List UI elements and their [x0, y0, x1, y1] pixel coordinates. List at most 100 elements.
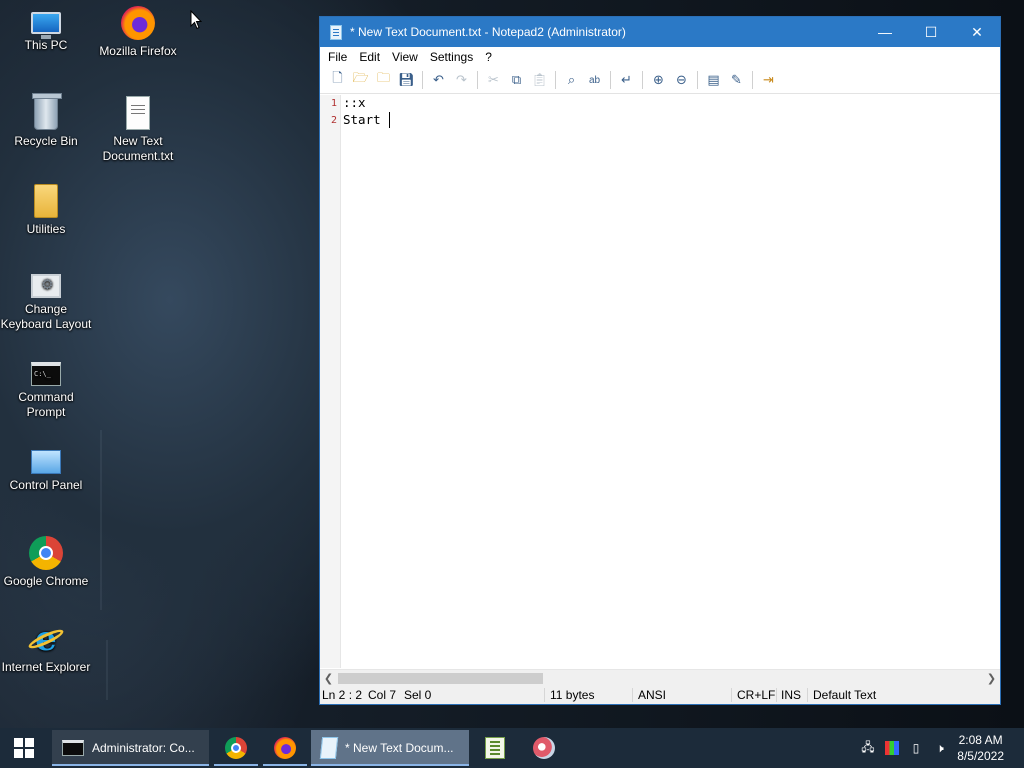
- clock[interactable]: 2:08 AM 8/5/2022: [957, 732, 1004, 764]
- command-prompt-icon: [31, 362, 61, 386]
- wallpaper-streak: [106, 640, 108, 700]
- word-wrap-icon[interactable]: ↵: [615, 70, 638, 90]
- desktop-icon-label: New Text Document.txt: [102, 134, 174, 163]
- taskbar-item-label: Administrator: Co...: [92, 741, 195, 755]
- desktop-icon-utilities[interactable]: Utilities: [0, 184, 92, 237]
- scroll-right-icon[interactable]: ❯: [983, 670, 1000, 687]
- system-tray: 🖧︎ ▯ 🕨︎: [856, 728, 952, 768]
- start-button[interactable]: [0, 728, 48, 768]
- scrollbar-thumb[interactable]: [338, 673, 543, 684]
- desktop-icon-command-prompt[interactable]: Command Prompt: [0, 356, 92, 420]
- zoom-in-icon[interactable]: ⊕: [647, 70, 670, 90]
- running-indicator: [263, 764, 307, 766]
- toolbar-separator: [752, 71, 753, 89]
- taskbar-item-notepad2[interactable]: * New Text Docum...: [311, 730, 469, 766]
- horizontal-scrollbar[interactable]: ❮ ❯: [320, 669, 1000, 686]
- volume-muted-icon[interactable]: 🕨︎: [933, 741, 947, 755]
- text-file-icon: [126, 96, 150, 130]
- wallpaper-streak: [100, 430, 102, 610]
- notepad2-app-icon: [330, 24, 342, 40]
- status-line-endings[interactable]: CR+LF: [737, 688, 775, 702]
- firefox-icon: [274, 737, 296, 759]
- desktop-icon-internet-explorer[interactable]: e Internet Explorer: [0, 622, 92, 675]
- taskbar: Administrator: Co... * New Text Docum...…: [0, 728, 1024, 768]
- running-indicator: [311, 764, 469, 766]
- taskbar-item-firefox[interactable]: [263, 730, 307, 766]
- status-divider: [544, 688, 545, 702]
- replace-icon[interactable]: ab: [583, 70, 606, 90]
- toolbar-separator: [422, 71, 423, 89]
- display-icon[interactable]: [885, 741, 899, 755]
- firefox-icon: [121, 6, 155, 40]
- taskbar-item-command-prompt[interactable]: Administrator: Co...: [52, 730, 209, 766]
- customize-scheme-icon[interactable]: ✎: [725, 70, 748, 90]
- toolbar-separator: [555, 71, 556, 89]
- clock-date: 8/5/2022: [957, 749, 1004, 763]
- toolbar-separator: [610, 71, 611, 89]
- menu-settings[interactable]: Settings: [424, 50, 479, 64]
- status-divider: [632, 688, 633, 702]
- desktop-icon-firefox[interactable]: Mozilla Firefox: [92, 6, 184, 59]
- desktop-icon-label: Change Keyboard Layout: [0, 302, 92, 331]
- title-bar[interactable]: * New Text Document.txt - Notepad2 (Admi…: [320, 17, 1000, 47]
- undo-icon[interactable]: ↶: [427, 70, 450, 90]
- notepad2-window[interactable]: * New Text Document.txt - Notepad2 (Admi…: [319, 16, 1001, 705]
- desktop-icon-new-text-document[interactable]: New Text Document.txt: [92, 96, 184, 164]
- editor-line[interactable]: ::x: [343, 95, 366, 110]
- find-icon[interactable]: ⌕: [560, 70, 583, 90]
- editor-line[interactable]: Start: [343, 112, 388, 127]
- network-icon[interactable]: 🖧︎: [861, 740, 875, 755]
- status-scheme[interactable]: Default Text: [813, 688, 876, 702]
- menu-view[interactable]: View: [386, 50, 424, 64]
- taskbar-item-notepad-plus[interactable]: [473, 730, 517, 766]
- status-divider: [807, 688, 808, 702]
- desktop-icon-google-chrome[interactable]: Google Chrome: [0, 536, 92, 589]
- line-number-gutter: 1 2: [320, 95, 341, 668]
- running-indicator: [214, 764, 258, 766]
- maximize-button[interactable]: ☐: [908, 17, 954, 47]
- chrome-icon: [225, 737, 247, 759]
- desktop-icon-label: Control Panel: [9, 478, 83, 492]
- save-icon[interactable]: 💾︎: [395, 70, 418, 90]
- taskbar-item-paint[interactable]: [522, 730, 566, 766]
- scheme-icon[interactable]: ▤: [702, 70, 725, 90]
- paste-icon[interactable]: 📋︎: [528, 70, 551, 90]
- control-panel-icon: [31, 450, 61, 474]
- desktop-icon-change-keyboard-layout[interactable]: Change Keyboard Layout: [0, 268, 92, 332]
- menu-help[interactable]: ?: [479, 50, 498, 64]
- internet-explorer-icon: e: [29, 622, 63, 656]
- status-divider: [731, 688, 732, 702]
- toolbar-separator: [477, 71, 478, 89]
- desktop-icon-label: Google Chrome: [3, 574, 89, 588]
- menu-file[interactable]: File: [322, 50, 353, 64]
- desktop-icon-recycle-bin[interactable]: Recycle Bin: [0, 93, 92, 149]
- desktop-icon-label: Command Prompt: [18, 390, 74, 419]
- running-indicator: [52, 764, 209, 766]
- usb-device-icon[interactable]: ▯: [909, 741, 923, 755]
- paint-icon: [533, 737, 555, 759]
- text-editor[interactable]: 1 2 ::x Start: [320, 95, 1000, 668]
- exit-icon[interactable]: ⇥: [757, 70, 780, 90]
- status-encoding[interactable]: ANSI: [638, 688, 666, 702]
- status-column: Col 7: [368, 688, 397, 702]
- command-prompt-icon: [62, 740, 84, 756]
- desktop-icon-control-panel[interactable]: Control Panel: [0, 444, 92, 493]
- close-button[interactable]: ✕: [954, 17, 1000, 47]
- copy-icon[interactable]: ⧉: [505, 70, 528, 90]
- browse-icon[interactable]: 🗀: [372, 70, 395, 90]
- status-bar: Ln 2 : 2 Col 7 Sel 0 11 bytes ANSI CR+LF…: [320, 686, 1000, 704]
- zoom-out-icon[interactable]: ⊖: [670, 70, 693, 90]
- desktop-icon-this-pc[interactable]: This PC: [0, 6, 92, 53]
- cut-icon[interactable]: ✂: [482, 70, 505, 90]
- taskbar-item-chrome[interactable]: [214, 730, 258, 766]
- redo-icon[interactable]: ↷: [450, 70, 473, 90]
- folder-icon: [34, 184, 58, 218]
- scroll-left-icon[interactable]: ❮: [320, 670, 337, 687]
- minimize-button[interactable]: —: [862, 17, 908, 47]
- line-number: 1: [330, 98, 337, 109]
- notepad-plus-icon: [485, 737, 505, 759]
- recycle-bin-icon: [32, 93, 62, 130]
- new-file-icon[interactable]: 🗋: [326, 70, 349, 90]
- menu-edit[interactable]: Edit: [353, 50, 386, 64]
- open-file-icon[interactable]: 🗁: [349, 70, 372, 90]
